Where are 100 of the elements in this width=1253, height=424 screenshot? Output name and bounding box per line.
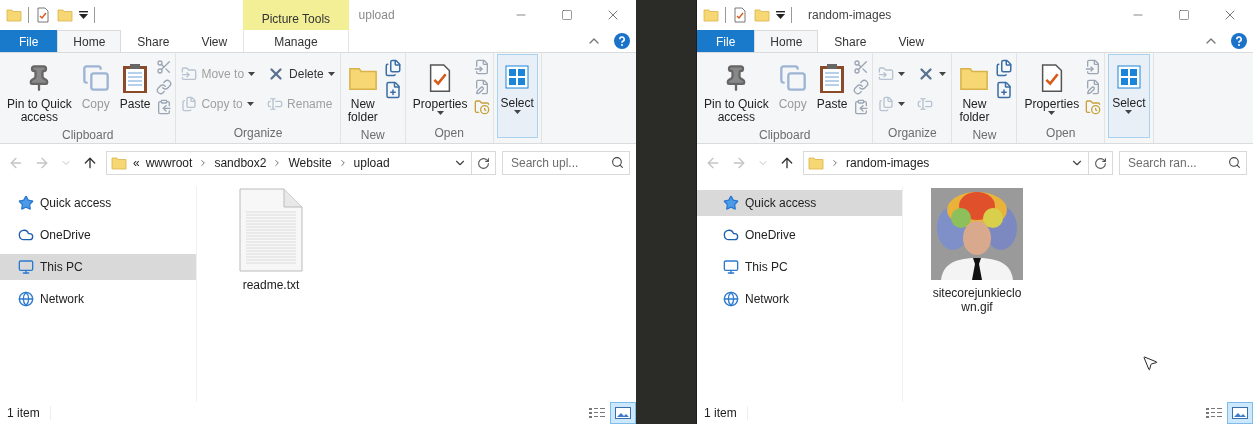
search-field[interactable]: Search upl... bbox=[502, 151, 630, 175]
ribbon-button[interactable]: Paste bbox=[812, 55, 852, 114]
breadcrumb[interactable]: random-images bbox=[846, 156, 930, 170]
ribbon-button[interactable]: Pin to Quick access bbox=[3, 55, 76, 127]
ribbon-tab[interactable]: Manage bbox=[243, 30, 349, 52]
folder-icon bbox=[754, 7, 770, 23]
overflow-marker[interactable]: « bbox=[133, 156, 140, 170]
ribbon-tab[interactable]: Home bbox=[754, 30, 819, 52]
select-icon bbox=[1115, 64, 1142, 90]
group-label: Clipboard bbox=[759, 127, 811, 143]
copy-path-icon[interactable] bbox=[156, 79, 173, 95]
select-icon bbox=[504, 64, 531, 90]
nav-item[interactable]: Network bbox=[0, 286, 196, 312]
status-text: 1 item bbox=[7, 406, 51, 420]
easy-access-icon[interactable] bbox=[995, 81, 1014, 99]
monitor-icon bbox=[18, 259, 34, 275]
group-label: Open bbox=[1046, 125, 1076, 142]
address-field[interactable]: « wwwroot sandbox2 Website upload bbox=[106, 151, 496, 175]
copy-path-icon[interactable] bbox=[853, 79, 870, 95]
network-icon bbox=[723, 291, 739, 307]
details-icon bbox=[589, 407, 605, 419]
maximize-icon bbox=[561, 9, 573, 21]
star-icon bbox=[18, 195, 34, 211]
breadcrumb[interactable]: sandbox2 bbox=[214, 156, 267, 170]
forward-icon bbox=[34, 155, 50, 171]
open-icon[interactable] bbox=[1085, 59, 1102, 75]
ribbon-button[interactable]: Pin to Quick access bbox=[700, 55, 773, 127]
folder-icon bbox=[703, 7, 719, 23]
network-icon bbox=[18, 291, 34, 307]
status-text: 1 item bbox=[704, 406, 748, 420]
forward-icon bbox=[731, 155, 747, 171]
file-tab[interactable]: File bbox=[0, 30, 58, 52]
file-name[interactable]: readme.txt bbox=[223, 278, 319, 292]
ribbon-button[interactable]: Select bbox=[496, 54, 538, 138]
image-icon bbox=[1232, 407, 1248, 419]
ribbon-button[interactable]: New folder bbox=[343, 55, 382, 127]
window-title: upload bbox=[357, 8, 396, 22]
group-label: Organize bbox=[233, 125, 283, 142]
ribbon-tab[interactable]: Home bbox=[57, 30, 122, 52]
breadcrumb[interactable]: upload bbox=[353, 156, 390, 170]
easy-access-icon[interactable] bbox=[383, 81, 402, 99]
group-label: New bbox=[972, 127, 997, 143]
copy-icon bbox=[778, 64, 807, 92]
ribbon-button[interactable]: Select bbox=[1108, 54, 1150, 138]
address-field[interactable]: random-images bbox=[803, 151, 1113, 175]
refresh-icon bbox=[477, 156, 490, 170]
ribbon-button[interactable]: New folder bbox=[955, 55, 994, 127]
large-icons-view-button[interactable] bbox=[1227, 402, 1253, 424]
chevron-icon[interactable] bbox=[830, 158, 840, 168]
paste-icon bbox=[121, 62, 150, 94]
folder-icon bbox=[6, 7, 22, 23]
nav-item[interactable]: OneDrive bbox=[0, 222, 196, 248]
open-icon[interactable] bbox=[473, 59, 490, 75]
group-label: New bbox=[360, 127, 385, 143]
breadcrumb[interactable]: wwwroot bbox=[145, 156, 193, 170]
nav-item[interactable]: Network bbox=[697, 286, 902, 312]
group-label: Open bbox=[434, 125, 464, 142]
customize-dropdown-icon[interactable] bbox=[79, 11, 88, 19]
group-label: Organize bbox=[888, 125, 937, 142]
file-tab[interactable]: File bbox=[697, 30, 755, 52]
breadcrumb[interactable]: Website bbox=[288, 156, 332, 170]
nav-item[interactable]: This PC bbox=[0, 254, 196, 280]
nav-item[interactable]: OneDrive bbox=[697, 222, 902, 248]
scissors-icon[interactable] bbox=[156, 59, 173, 75]
nav-item[interactable]: Quick access bbox=[0, 190, 196, 216]
paste-icon bbox=[818, 62, 847, 94]
ribbon-button[interactable]: Properties bbox=[1020, 55, 1084, 118]
rename-icon bbox=[267, 96, 284, 112]
properties-icon[interactable] bbox=[35, 7, 51, 23]
monitor-icon bbox=[723, 259, 739, 275]
new-item-icon[interactable] bbox=[383, 59, 402, 77]
history-icon[interactable] bbox=[1085, 99, 1102, 115]
large-icons-view-button[interactable] bbox=[610, 402, 636, 424]
edit-icon[interactable] bbox=[473, 79, 490, 95]
nav-item[interactable]: Quick access bbox=[697, 190, 902, 216]
copy-to-icon bbox=[181, 96, 198, 112]
edit-icon[interactable] bbox=[1085, 79, 1102, 95]
back-icon bbox=[705, 155, 721, 171]
folder-icon bbox=[57, 7, 73, 23]
help-icon[interactable] bbox=[614, 33, 630, 49]
properties-icon[interactable] bbox=[732, 7, 748, 23]
history-icon[interactable] bbox=[473, 99, 490, 115]
ribbon-button[interactable]: Properties bbox=[408, 55, 472, 118]
nav-item[interactable]: This PC bbox=[697, 254, 902, 280]
scissors-icon[interactable] bbox=[853, 59, 870, 75]
help-icon[interactable] bbox=[1231, 33, 1247, 49]
customize-dropdown-icon[interactable] bbox=[776, 11, 785, 19]
paste-shortcut-icon[interactable] bbox=[853, 99, 870, 115]
copy-to-icon bbox=[878, 96, 895, 112]
paste-shortcut-icon[interactable] bbox=[156, 99, 173, 115]
folder-icon bbox=[111, 155, 127, 171]
group-label: Clipboard bbox=[62, 127, 114, 143]
ribbon-button[interactable]: Paste bbox=[115, 55, 155, 114]
details-icon bbox=[1206, 407, 1222, 419]
search-field[interactable]: Search ran... bbox=[1119, 151, 1247, 175]
move-to-icon bbox=[181, 66, 198, 82]
file-name[interactable]: sitecorejunkieclown.gif bbox=[929, 286, 1025, 314]
ribbon-button[interactable]: Delete bbox=[265, 61, 337, 87]
new-item-icon[interactable] bbox=[995, 59, 1014, 77]
folder-icon bbox=[808, 155, 824, 171]
